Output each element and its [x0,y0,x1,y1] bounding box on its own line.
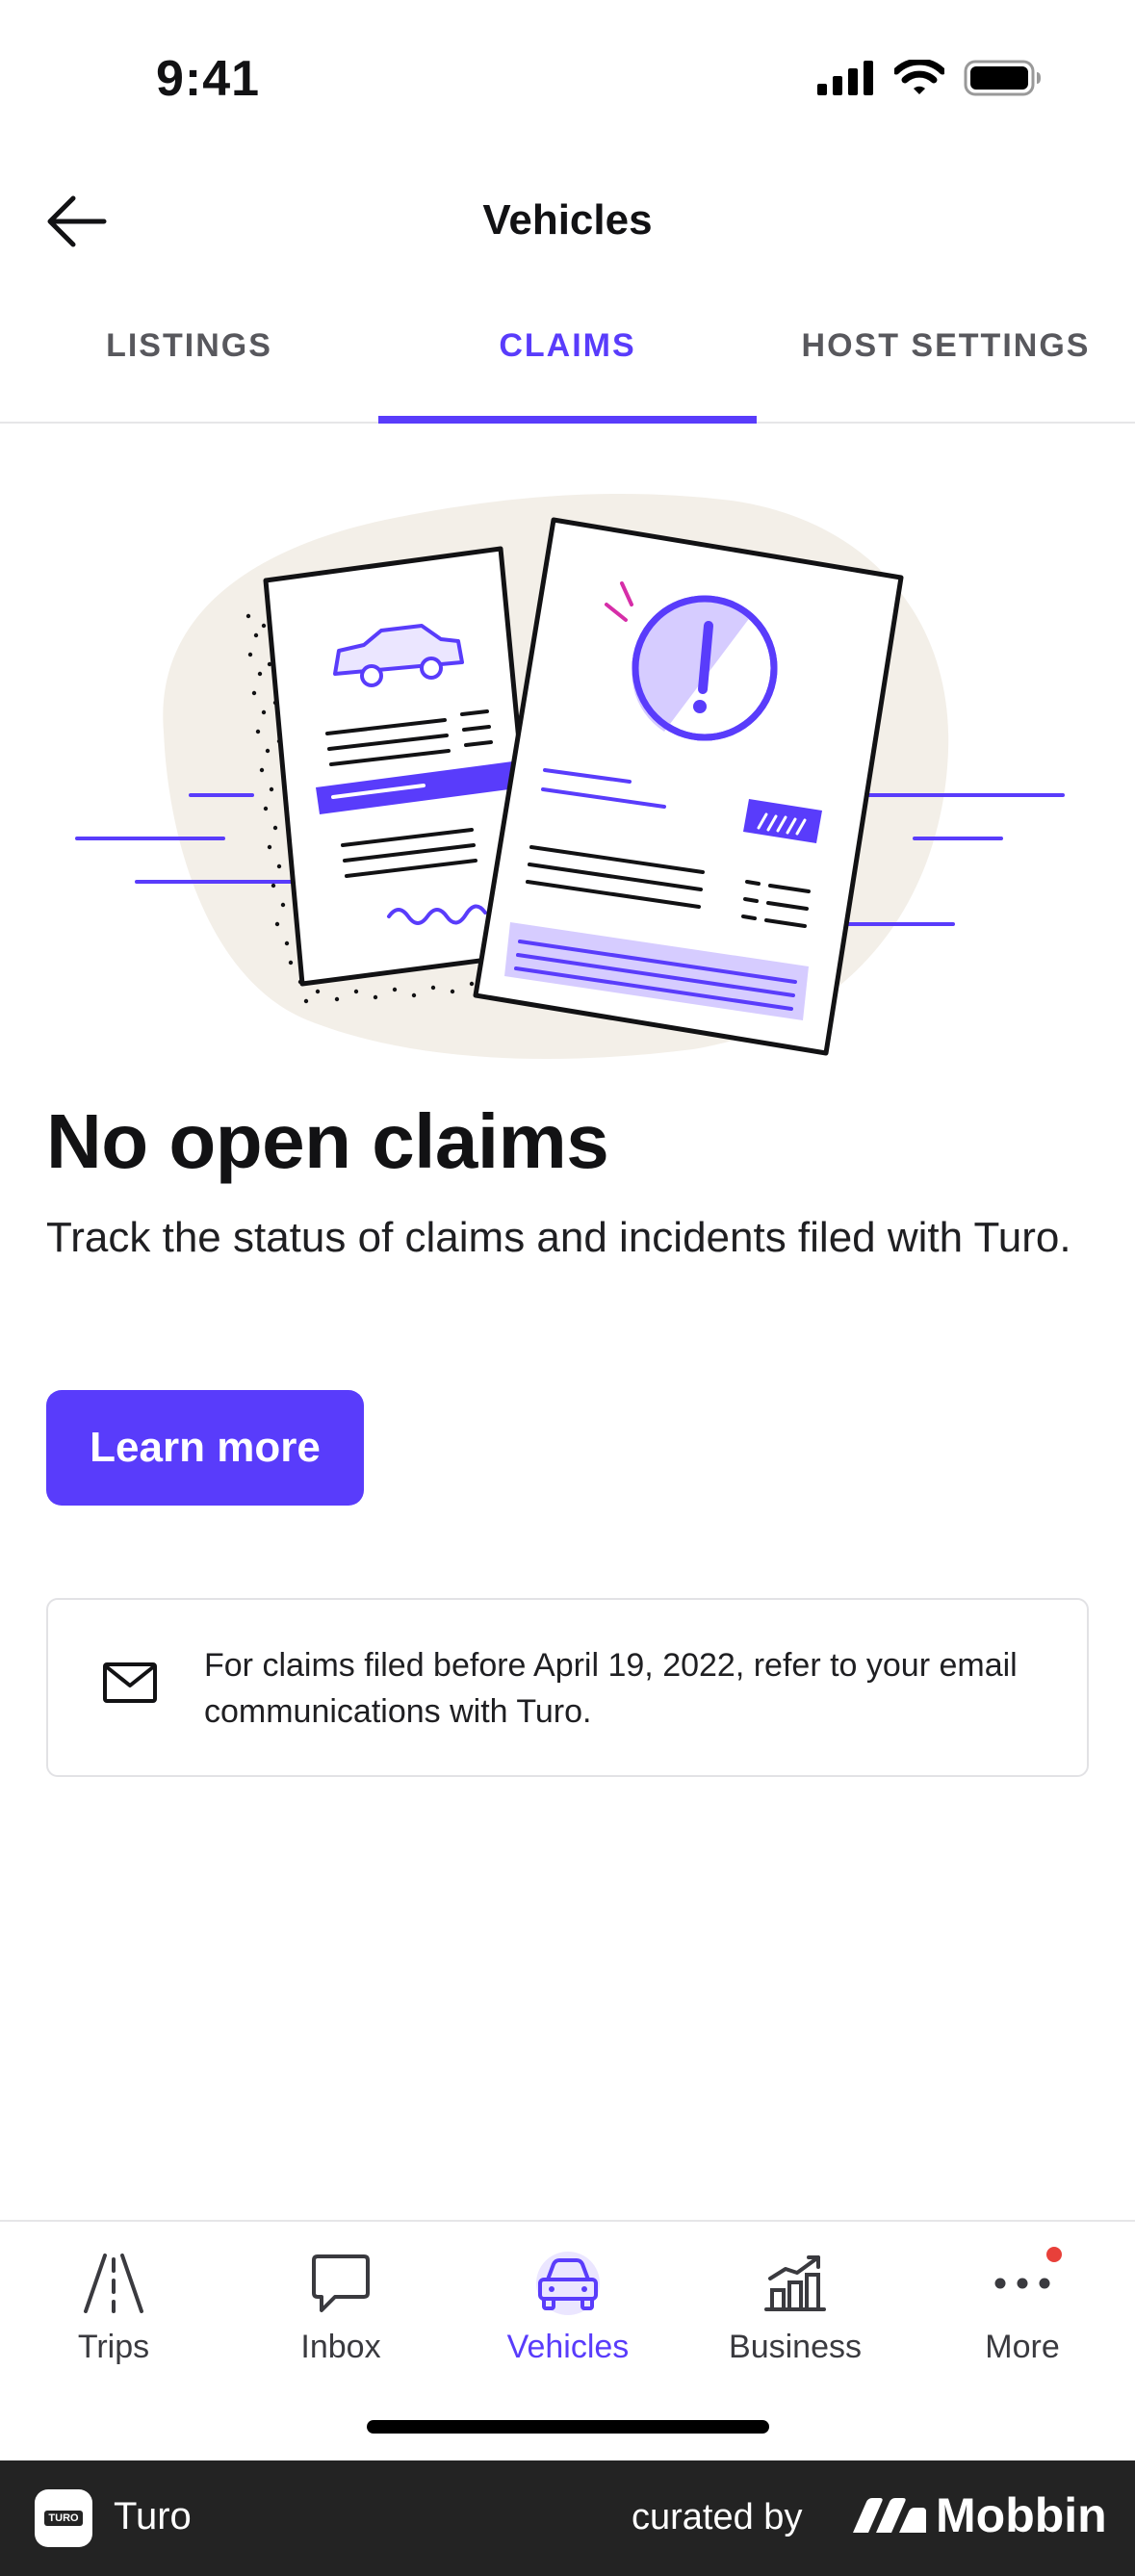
tab-bar-label-inbox: Inbox [300,2329,381,2365]
tab-host-settings[interactable]: HOST SETTINGS [757,289,1135,422]
tab-claims[interactable]: CLAIMS [378,289,757,424]
nav-header: Vehicles [0,164,1135,279]
footer-curated-by: curated by [632,2497,803,2537]
status-bar: 9:41 [0,0,1135,164]
tab-bar-item-more[interactable]: More [909,2222,1135,2366]
home-indicator [367,2420,769,2434]
status-icons [817,60,1043,96]
tab-bar-item-trips[interactable]: Trips [0,2222,227,2366]
page-title: Vehicles [482,196,653,244]
learn-more-button[interactable]: Learn more [46,1390,364,1506]
car-icon [525,2241,611,2325]
wifi-icon [894,60,944,94]
tab-bar-label-trips: Trips [77,2329,150,2365]
more-icon [979,2241,1066,2325]
cellular-signal-icon [817,61,873,95]
notification-dot [1046,2247,1062,2262]
battery-icon [964,60,1041,96]
info-card-text: For claims filed before April 19, 2022, … [204,1647,1018,1731]
tab-bar-item-vehicles[interactable]: Vehicles [454,2222,682,2366]
mail-icon [103,1662,157,1703]
empty-state-description: Track the status of claims and incidents… [46,1214,1071,1261]
tab-listings[interactable]: LISTINGS [0,289,378,422]
info-card: For claims filed before April 19, 2022, … [46,1598,1089,1777]
claims-illustration [75,493,1065,1059]
road-icon [70,2241,157,2325]
footer-app-name: Turo [114,2495,192,2537]
empty-state-title: No open claims [46,1098,609,1184]
mobbin-logo: Mobbin [851,2487,1107,2543]
turo-app-icon: TURO [35,2489,92,2547]
segmented-tabs: LISTINGS CLAIMS HOST SETTINGS [0,289,1135,424]
tab-bar-item-inbox[interactable]: Inbox [227,2222,454,2366]
status-time: 9:41 [156,51,261,107]
tab-bar-label-more: More [985,2329,1060,2365]
chart-icon [752,2241,838,2325]
mobbin-mark-icon [853,2498,926,2533]
footer-bar: TURO Turo curated by Mobbin [0,2460,1135,2576]
tab-bar-item-business[interactable]: Business [682,2222,909,2366]
tab-bar-label-vehicles: Vehicles [506,2329,630,2365]
tab-bar-label-business: Business [729,2329,862,2365]
chat-icon [297,2241,384,2325]
footer-brand-name: Mobbin [936,2488,1107,2542]
